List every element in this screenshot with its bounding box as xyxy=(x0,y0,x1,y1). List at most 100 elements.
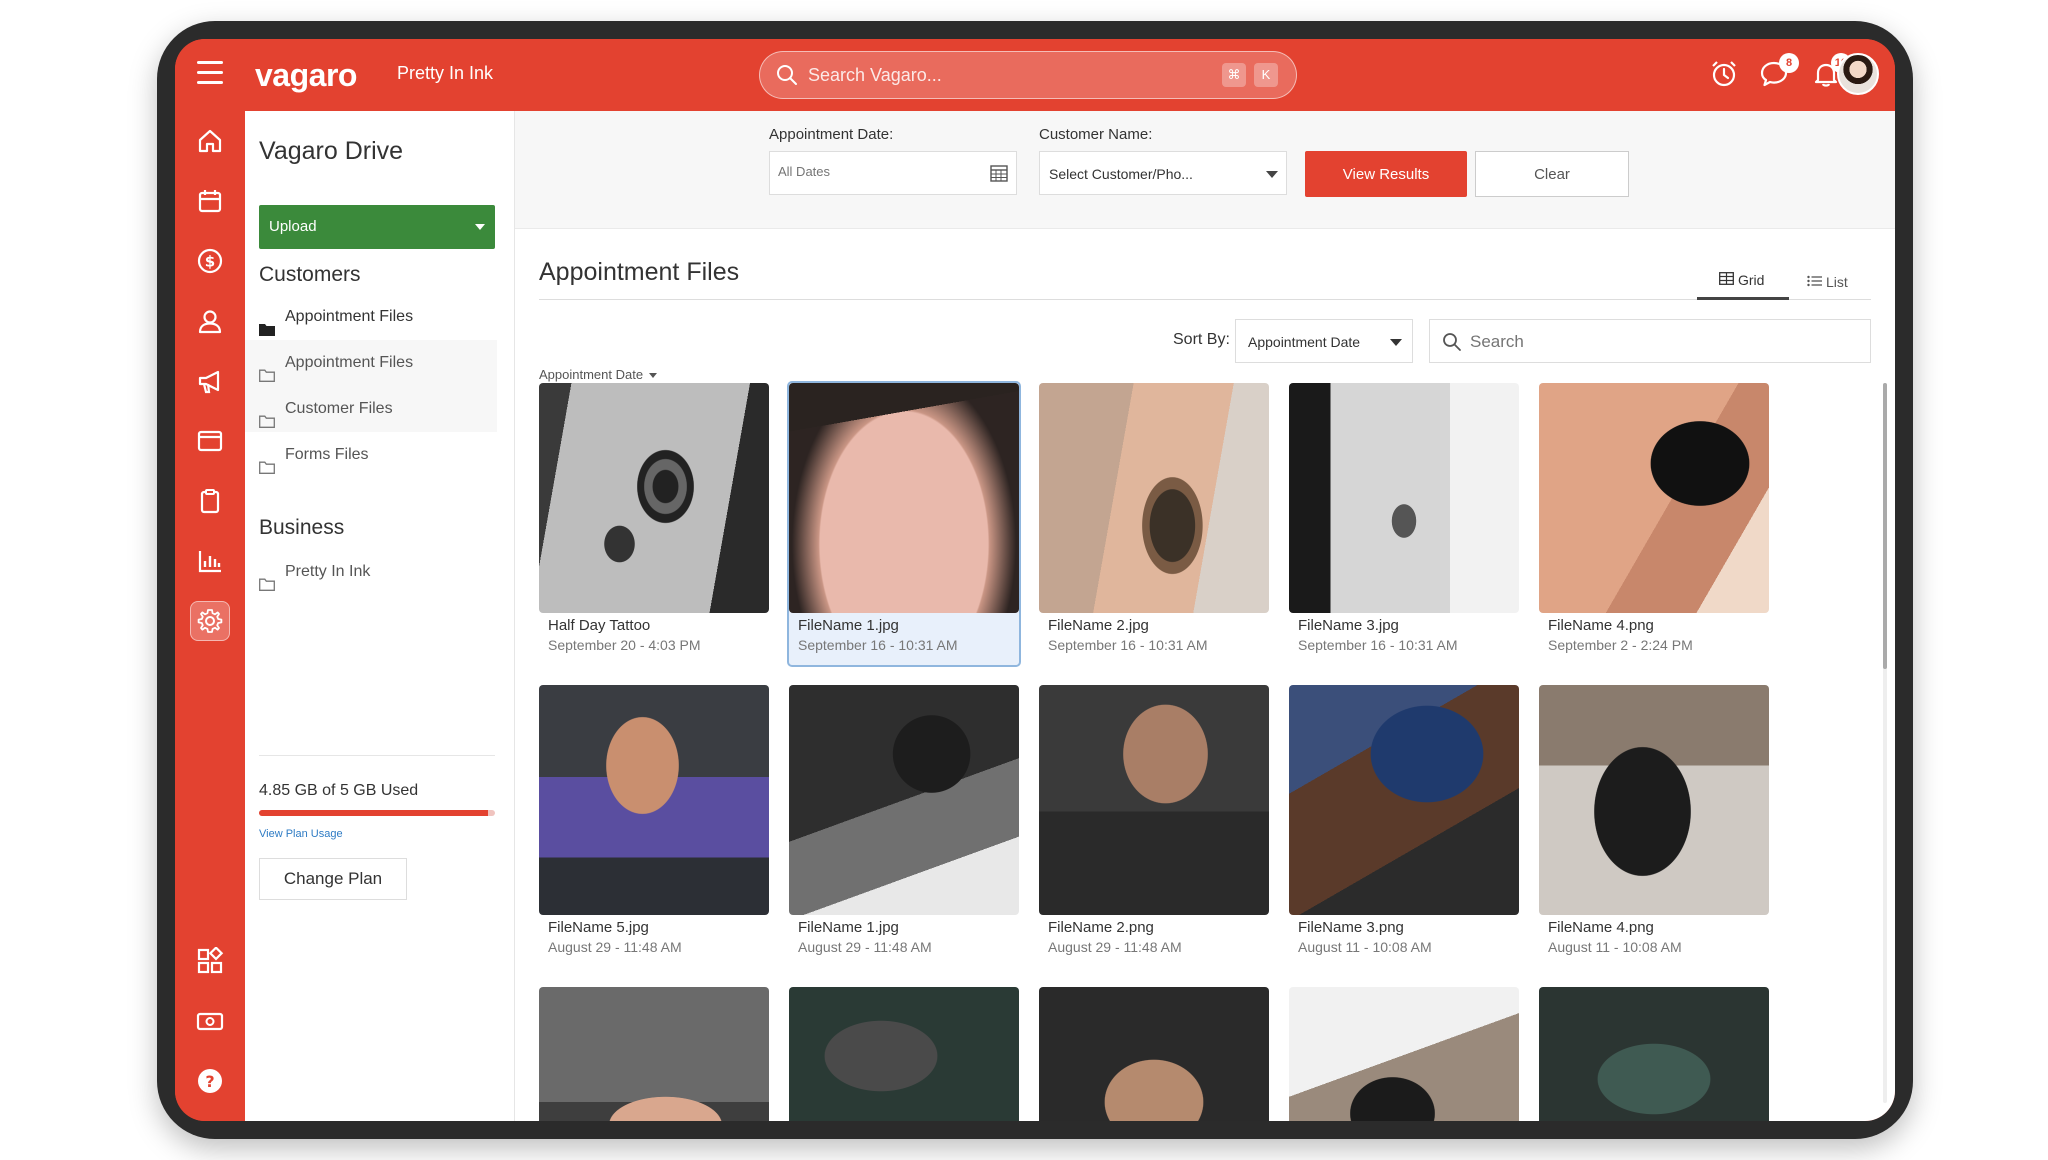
file-date: September 20 - 4:03 PM xyxy=(548,637,701,653)
file-name: FileName 4.png xyxy=(1548,919,1654,936)
filter-panel: Appointment Date: Customer Name: Select … xyxy=(515,111,1895,229)
file-name: FileName 2.png xyxy=(1048,919,1154,936)
file-thumbnail[interactable] xyxy=(789,383,1019,613)
file-name: Half Day Tattoo xyxy=(548,617,651,634)
file-thumbnail[interactable] xyxy=(539,685,769,915)
chart-icon[interactable] xyxy=(190,541,230,581)
folder-icon xyxy=(259,564,275,610)
customer-select[interactable]: Select Customer/Pho... xyxy=(1039,151,1287,195)
file-name: FileName 5.jpg xyxy=(548,919,649,936)
group-by-appointment-date[interactable]: Appointment Date xyxy=(539,367,658,382)
folder-icon xyxy=(259,447,275,493)
global-search-input[interactable] xyxy=(808,60,1188,90)
search-icon xyxy=(1442,332,1462,357)
file-thumbnail[interactable] xyxy=(1289,383,1519,613)
file-thumbnail[interactable] xyxy=(539,383,769,613)
file-thumbnail[interactable] xyxy=(1039,383,1269,613)
storage-usage-bar xyxy=(259,810,495,816)
appointment-date-label: Appointment Date: xyxy=(769,126,894,143)
gear-icon[interactable] xyxy=(190,601,230,641)
customers-heading: Customers xyxy=(259,263,361,286)
svg-text:?: ? xyxy=(205,1072,214,1091)
sidebar-item-appointment-files[interactable]: Appointment Files xyxy=(245,294,497,340)
sidebar-item-forms-files[interactable]: Forms Files xyxy=(245,432,497,478)
messages-icon[interactable]: 8 xyxy=(1759,53,1799,94)
clipboard-icon[interactable] xyxy=(190,481,230,521)
hamburger-menu-icon[interactable] xyxy=(197,61,223,85)
vagaro-logo[interactable]: vagaro xyxy=(255,57,357,94)
alarm-clock-icon[interactable] xyxy=(1709,59,1739,94)
file-search-input[interactable] xyxy=(1470,330,1850,354)
chevron-down-icon xyxy=(1266,171,1278,178)
file-name: FileName 1.jpg xyxy=(798,919,899,936)
grid-scrollbar[interactable] xyxy=(1883,383,1887,1103)
tabs-divider xyxy=(539,299,1871,300)
file-date: August 29 - 11:48 AM xyxy=(548,939,682,955)
main-content: Appointment Date: Customer Name: Select … xyxy=(515,111,1895,1121)
file-thumbnail[interactable] xyxy=(789,685,1019,915)
sidebar-item-label: Appointment Files xyxy=(285,308,414,325)
file-thumbnail[interactable] xyxy=(1289,685,1519,915)
view-results-button[interactable]: View Results xyxy=(1305,151,1467,197)
clear-button[interactable]: Clear xyxy=(1475,151,1629,197)
tab-list[interactable]: List xyxy=(1807,263,1848,301)
storage-usage-fill xyxy=(259,810,488,816)
file-name: FileName 3.png xyxy=(1298,919,1404,936)
apps-icon[interactable] xyxy=(190,941,230,981)
file-thumbnail[interactable] xyxy=(1039,987,1269,1121)
file-date: August 11 - 10:08 AM xyxy=(1298,939,1432,955)
list-view-icon xyxy=(1807,274,1822,290)
scrollbar-thumb[interactable] xyxy=(1883,383,1887,669)
file-thumbnail[interactable] xyxy=(539,987,769,1121)
grid-view-icon xyxy=(1719,272,1734,288)
file-card-selected[interactable]: FileName 1.jpg September 16 - 10:31 AM xyxy=(787,381,1021,667)
file-thumbnail[interactable] xyxy=(1539,383,1769,613)
file-thumbnail[interactable] xyxy=(1539,685,1769,915)
upload-button-label: Upload xyxy=(269,218,317,235)
change-plan-button[interactable]: Change Plan xyxy=(259,858,407,900)
file-thumbnail[interactable] xyxy=(1039,685,1269,915)
sidebar-item-pretty-in-ink[interactable]: Pretty In Ink xyxy=(245,549,497,595)
calendar-grid-icon[interactable] xyxy=(990,164,1008,187)
file-date: September 16 - 10:31 AM xyxy=(798,637,958,653)
nav-rail: $ ? xyxy=(175,111,245,1121)
dollar-icon[interactable]: $ xyxy=(190,241,230,281)
megaphone-icon[interactable] xyxy=(190,361,230,401)
sort-by-value: Appointment Date xyxy=(1248,334,1361,350)
chevron-down-icon xyxy=(475,224,485,230)
file-date: September 16 - 10:31 AM xyxy=(1298,637,1458,653)
business-heading: Business xyxy=(259,516,345,539)
upload-button[interactable]: Upload xyxy=(259,205,495,249)
sidebar-item-customer-files[interactable]: Customer Files xyxy=(245,386,497,432)
sidebar-item-label: Customer Files xyxy=(285,400,393,417)
calendar-icon[interactable] xyxy=(190,181,230,221)
file-thumbnail[interactable] xyxy=(789,987,1019,1121)
sidebar-item-appointment-files-2[interactable]: Appointment Files xyxy=(245,340,497,386)
file-thumbnail[interactable] xyxy=(1539,987,1769,1121)
file-date: September 16 - 10:31 AM xyxy=(1048,637,1208,653)
browser-window-icon[interactable] xyxy=(190,421,230,461)
shortcut-key-k: K xyxy=(1254,63,1278,87)
file-thumbnail[interactable] xyxy=(1289,987,1519,1121)
messages-badge: 8 xyxy=(1779,53,1799,73)
cash-icon[interactable] xyxy=(190,1001,230,1041)
file-date: August 11 - 10:08 AM xyxy=(1548,939,1682,955)
file-name: FileName 4.png xyxy=(1548,617,1654,634)
file-search[interactable] xyxy=(1429,319,1871,363)
global-search[interactable]: ⌘ K xyxy=(759,51,1297,99)
customer-select-value: Select Customer/Pho... xyxy=(1049,166,1193,182)
help-icon[interactable]: ? xyxy=(190,1061,230,1101)
sort-by-select[interactable]: Appointment Date xyxy=(1235,319,1413,363)
sidebar-item-label: Appointment Files xyxy=(285,354,414,371)
user-avatar[interactable] xyxy=(1837,53,1879,95)
appointment-date-input[interactable] xyxy=(778,164,978,179)
sidebar-title: Vagaro Drive xyxy=(259,137,404,165)
page-title: Appointment Files xyxy=(539,258,740,286)
shortcut-key-cmd: ⌘ xyxy=(1222,63,1246,87)
appointment-date-field[interactable] xyxy=(769,151,1017,195)
view-plan-usage-link[interactable]: View Plan Usage xyxy=(259,828,343,840)
home-icon[interactable] xyxy=(190,121,230,161)
user-icon[interactable] xyxy=(190,301,230,341)
top-bar: vagaro Pretty In Ink ⌘ K 8 10 xyxy=(175,39,1895,111)
tab-grid[interactable]: Grid xyxy=(1719,261,1764,299)
